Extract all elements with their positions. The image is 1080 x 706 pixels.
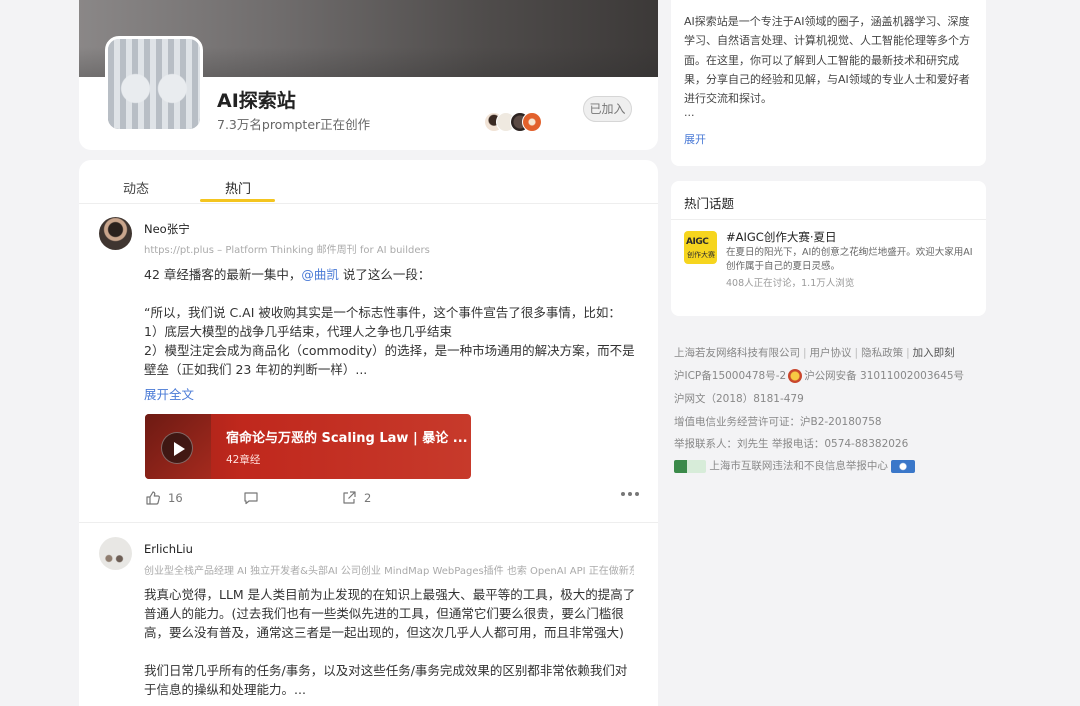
joined-button[interactable]: 已加入 [583,96,632,122]
topic-icon-sublabel: 创作大赛 [687,251,715,259]
topic-icon-label: AIGC [686,237,709,247]
avatar[interactable] [99,217,132,250]
main-column: AI探索站 7.3万名prompter正在创作 已加入 动态 热门 Neo张宁 … [79,0,658,706]
feed-tabs: 动态 热门 [79,160,658,204]
comment-icon [244,492,258,505]
comment-button[interactable] [243,490,259,506]
author-name[interactable]: Neo张宁 [144,221,190,237]
intro-ellipsis: ... [684,106,695,119]
police-record-link[interactable]: 沪公网安备 31011002003645号 [804,370,964,382]
divider [671,219,986,220]
group-member-count: 7.3万名prompter正在创作 [217,117,371,132]
post-content[interactable]: 42 章经播客的最新一集中，@曲凯 说了这么一段： “所以，我们说 C.AI 被… [144,265,638,379]
thumbs-up-icon [146,491,160,505]
active-tab-indicator [200,199,275,202]
user-agreement-link[interactable]: 用户协议 [810,347,852,359]
post-paragraph: “所以，我们说 C.AI 被收购其实是一个标志性事件，这个事件宣告了很多事情，比… [144,305,621,320]
feed-card: 动态 热门 Neo张宁 https://pt.plus – Platform T… [79,160,658,706]
expand-full-text-link[interactable]: 展开全文 [144,384,194,403]
group-intro-text: AI探索站是一个专注于AI领域的圈子，涵盖机器学习、深度学习、自然语言处理、计算… [684,15,970,106]
author-description: https://pt.plus – Platform Thinking 邮件周刊… [144,245,430,256]
member-avatar [522,112,542,132]
group-intro-card: AI探索站是一个专注于AI领域的圈子，涵盖机器学习、深度学习、自然语言处理、计算… [671,0,986,166]
tab-hot[interactable]: 热门 [225,178,251,197]
tab-updates[interactable]: 动态 [123,178,149,197]
topic-description: 在夏日的阳光下，AI的创意之花绚烂地盛开。欢迎大家用AI创作属于自己的夏日灵感。 [726,247,973,272]
like-button[interactable]: 16 [145,490,183,506]
join-jike-link[interactable]: 加入即刻 [913,347,955,359]
podcast-source: 42章经 [226,454,261,466]
icp-link[interactable]: 沪ICP备15000478号-2 [674,370,786,382]
share-button[interactable]: 2 [341,490,371,506]
group-name: AI探索站 [217,90,296,112]
author-name[interactable]: ErlichLiu [144,542,193,556]
author-description: 创业型全栈产品经理 AI 独立开发者&头部AI 公司创业 MindMap Web… [144,566,634,577]
post: Neo张宁 https://pt.plus – Platform Thinkin… [79,215,658,523]
podcast-card[interactable]: 宿命论与万恶的 Scaling Law | 暴论 ... 42章经 [145,414,471,479]
privacy-policy-link[interactable]: 隐私政策 [861,347,903,359]
member-avatars[interactable] [484,112,546,134]
mention-link[interactable]: @曲凯 [301,267,339,282]
post-text: 42 章经播客的最新一集中， [144,267,302,282]
share-count: 2 [364,491,372,505]
telecom-license: 增值电信业务经营许可证：沪B2-20180758 [674,416,882,428]
report-center-icon [891,459,916,473]
report-center-link[interactable]: 上海市互联网违法和不良信息举报中心 [709,460,888,472]
podcast-title: 宿命论与万恶的 Scaling Law | 暴论 ... [226,431,468,446]
intro-expand-link[interactable]: 展开 [684,131,706,147]
topic-icon: AIGC 创作大赛 [684,231,717,264]
post-content[interactable]: 我真心觉得，LLM 是人类目前为止发现的在知识上最强大、最平等的工具，极大的提高… [144,585,638,699]
post-paragraph [144,642,638,661]
avatar[interactable] [99,537,132,570]
topic-name: #AIGC创作大赛·夏日 [726,230,837,244]
report-contact: 举报联系人：刘先生 举报电话：0574-88382026 [674,438,909,450]
share-icon [343,491,356,504]
police-badge-icon [788,369,803,383]
post-paragraph: 2）模型注定会成为商品化（commodity）的选择，是一种市场通用的解决方案，… [144,343,635,377]
like-count: 16 [168,491,183,505]
hot-topics-card: 热门话题 AIGC 创作大赛 #AIGC创作大赛·夏日 在夏日的阳光下，AI的创… [671,181,986,316]
post-paragraph: 1）底层大模型的战争几乎结束，代理人之争也几乎结束 [144,324,452,339]
report-badge-icon [674,459,706,473]
post-text: 说了这么一段： [338,267,431,282]
group-header-card: AI探索站 7.3万名prompter正在创作 已加入 [79,0,658,150]
culture-license: 沪网文（2018）8181-479 [674,393,804,405]
more-options-icon[interactable] [621,492,639,496]
post-paragraph: 我们日常几乎所有的任务/事务，以及对这些任务/事务完成效果的区别都非常依赖我们对… [144,663,628,697]
company-link[interactable]: 上海若友网络科技有限公司 [674,347,800,359]
group-avatar [105,36,203,132]
play-icon[interactable] [161,432,193,464]
hot-topics-title: 热门话题 [684,196,735,211]
topic-stats: 408人正在讨论，1.1万人浏览 [726,278,855,289]
topic-item[interactable]: AIGC 创作大赛 #AIGC创作大赛·夏日 在夏日的阳光下，AI的创意之花绚烂… [684,229,974,291]
post-paragraph: 我真心觉得，LLM 是人类目前为止发现的在知识上最强大、最平等的工具，极大的提高… [144,587,636,640]
post: ErlichLiu 创业型全栈产品经理 AI 独立开发者&头部AI 公司创业 M… [79,524,658,706]
post-actions: 16 2 [145,490,639,512]
